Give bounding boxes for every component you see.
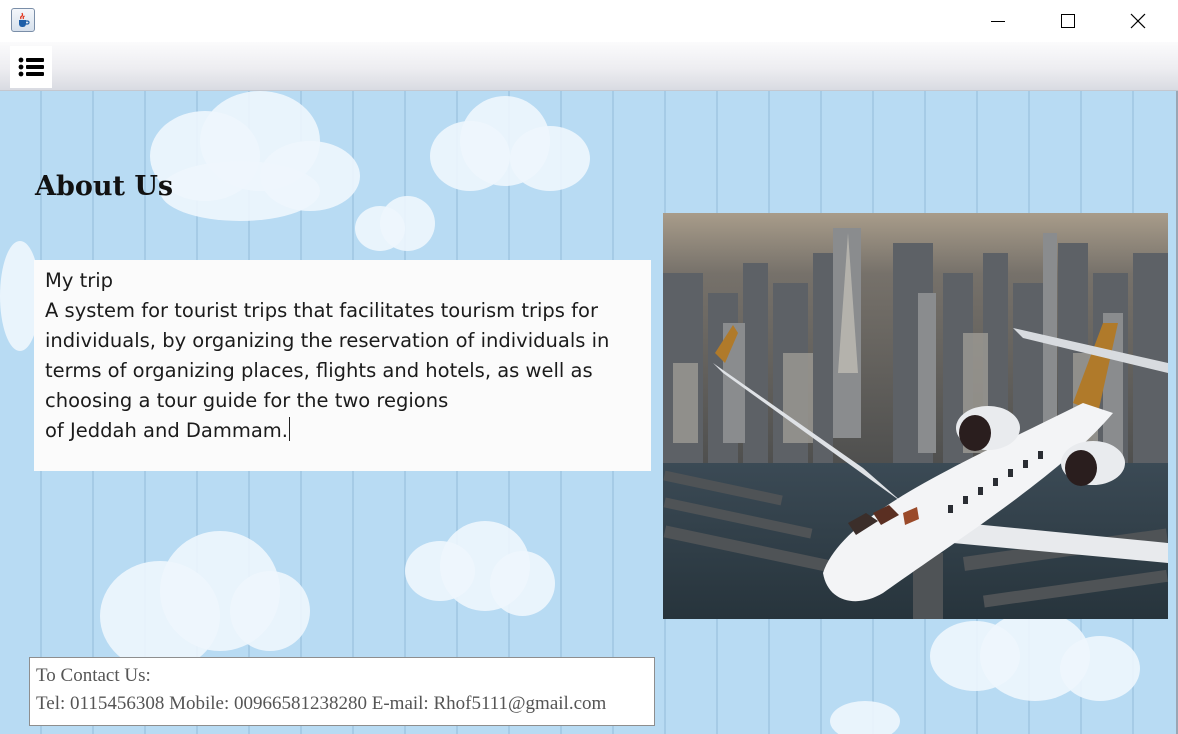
about-line: of Jeddah and Dammam. — [45, 419, 288, 442]
title-bar — [0, 0, 1178, 42]
airplane-over-city-photo — [663, 213, 1168, 619]
about-line: individuals, by organizing the reservati… — [45, 329, 610, 352]
about-panel: About Us My trip A system for tourist tr… — [0, 91, 1178, 734]
about-line: A system for tourist trips that facilita… — [45, 299, 598, 322]
menu-button[interactable] — [10, 46, 52, 88]
java-cup-icon[interactable] — [11, 8, 35, 32]
contact-info: To Contact Us: Tel: 0115456308 Mobile: 0… — [29, 657, 655, 726]
contact-title: To Contact Us: — [36, 665, 151, 686]
about-line: choosing a tour guide for the two region… — [45, 389, 449, 412]
maximize-icon — [1061, 14, 1075, 28]
contact-details: Tel: 0115456308 Mobile: 00966581238280 E… — [36, 693, 607, 714]
about-line: terms of organizing places, flights and … — [45, 359, 593, 382]
text-caret — [289, 417, 290, 441]
toolbar — [0, 42, 1178, 91]
about-line-last: of Jeddah and Dammam. — [45, 416, 641, 446]
close-button[interactable] — [1103, 0, 1173, 42]
minimize-button[interactable] — [963, 0, 1033, 42]
maximize-button[interactable] — [1033, 0, 1103, 42]
page-title: About Us — [35, 171, 174, 202]
about-text-area[interactable]: My trip A system for tourist trips that … — [34, 260, 651, 471]
close-icon — [1130, 13, 1146, 29]
minimize-icon — [991, 21, 1005, 22]
about-line: My trip — [45, 269, 114, 292]
list-icon — [18, 57, 44, 77]
